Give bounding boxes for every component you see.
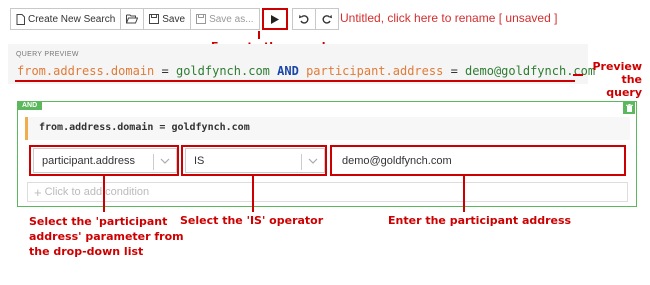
play-icon (270, 14, 279, 24)
preview-annotation-line1: Preview (592, 60, 642, 73)
address-annotation-line (463, 176, 465, 212)
folder-open-icon (126, 14, 139, 24)
preview-underline (15, 80, 575, 82)
save-button[interactable]: Save (143, 8, 192, 30)
query-operator: = (450, 64, 458, 78)
execute-annotation-line (258, 31, 260, 39)
select-operator-annotation: Select the 'IS' operator (180, 214, 324, 227)
preview-annotation-line (573, 74, 583, 76)
floppy-disk-icon (149, 14, 160, 24)
query-preview-text: from.address.domain = goldfynch.com AND … (17, 64, 595, 78)
open-search-button[interactable] (120, 8, 145, 30)
query-field: participant.address (306, 64, 444, 78)
param-annotation-line (103, 176, 105, 212)
add-condition-button[interactable]: + Click to add condition (27, 182, 628, 202)
search-title-rename-link[interactable]: Untitled, click here to rename [ unsaved… (340, 11, 557, 25)
trash-icon (625, 104, 633, 112)
value-input-highlight (330, 145, 626, 176)
undo-icon (298, 14, 309, 24)
create-new-search-label: Create New Search (28, 13, 116, 25)
query-field: from.address.domain (17, 64, 155, 78)
execute-search-button[interactable] (261, 8, 288, 30)
save-as-button[interactable]: Save as... (190, 8, 260, 30)
query-preview-label: QUERY PREVIEW (16, 51, 79, 58)
select-parameter-annotation: Select the 'participant address' paramet… (29, 214, 184, 259)
select-parameter-annotation-line1: Select the 'participant (29, 215, 168, 228)
parameter-select-highlight (29, 145, 179, 176)
plus-icon: + (34, 184, 42, 200)
redo-button[interactable] (314, 8, 339, 30)
delete-group-button[interactable] (623, 102, 635, 114)
floppy-disk-icon (196, 14, 207, 24)
operator-select-highlight (181, 145, 327, 176)
preview-annotation: Preview the query (586, 60, 642, 99)
select-parameter-annotation-line2: address' parameter from (29, 230, 184, 243)
toolbar: Create New Search Save Save as... (10, 8, 339, 30)
existing-condition-text: from.address.domain = goldfynch.com (39, 122, 250, 133)
query-value: goldfynch.com (175, 64, 270, 78)
query-operator: = (161, 64, 169, 78)
operator-annotation-line (252, 176, 254, 212)
enter-address-annotation: Enter the participant address (388, 214, 572, 227)
add-condition-label: Click to add condition (44, 186, 150, 198)
save-label: Save (162, 13, 186, 25)
create-new-search-button[interactable]: Create New Search (10, 8, 122, 30)
select-parameter-annotation-line3: the drop-down list (29, 245, 144, 258)
save-as-label: Save as... (209, 13, 254, 25)
group-operator-badge[interactable]: AND (17, 101, 43, 110)
redo-icon (322, 14, 332, 24)
undo-button[interactable] (291, 8, 316, 30)
query-conjunction: AND (277, 64, 299, 78)
preview-annotation-line2: the query (606, 73, 642, 99)
document-icon (16, 13, 25, 25)
